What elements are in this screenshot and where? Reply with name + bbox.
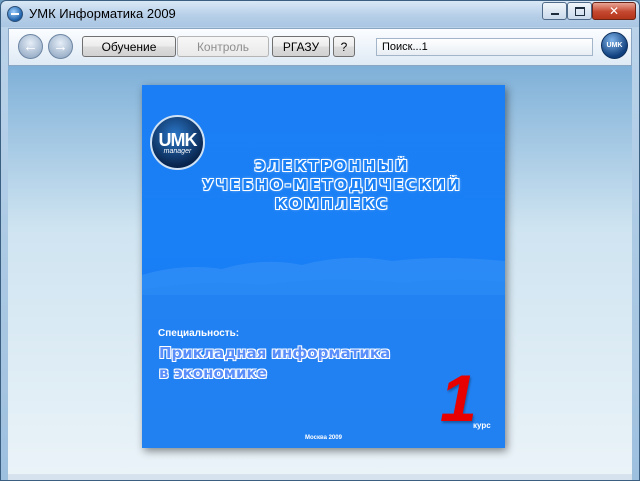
toolbar: ← → Обучение Контроль РГАЗУ ? Поиск...1 … (8, 28, 632, 66)
control-button[interactable]: Контроль (177, 36, 269, 57)
bottom-strip (8, 474, 632, 480)
cover-image: UMK manager ЭЛЕКТРОННЫЙ УЧЕБНО-МЕТОДИЧЕС… (142, 85, 505, 448)
app-window: УМК Информатика 2009 ✕ ← → Обучение Конт… (0, 0, 640, 481)
umk-logo-icon: UMK (606, 42, 623, 49)
search-input[interactable]: Поиск...1 (376, 38, 593, 56)
heading-line: УЧЕБНО-МЕТОДИЧЕСКИЙ (202, 176, 462, 194)
city-year: Москва 2009 (305, 435, 342, 441)
specialty-value: Прикладная информатика в экономике (159, 343, 439, 383)
minimize-button[interactable] (542, 2, 567, 20)
rgazu-button[interactable]: РГАЗУ (272, 36, 330, 57)
arrow-right-icon: → (53, 38, 68, 55)
specialty-line: в экономике (159, 364, 267, 382)
back-button[interactable]: ← (18, 34, 43, 59)
maximize-icon (574, 6, 585, 16)
training-button[interactable]: Обучение (82, 36, 176, 57)
rgazu-button-label: РГАЗУ (282, 39, 320, 54)
close-icon: ✕ (608, 4, 620, 18)
training-button-label: Обучение (101, 39, 157, 54)
specialty-label: Специальность: (158, 328, 240, 339)
heading-line: КОМПЛЕКС (274, 195, 390, 213)
help-button[interactable]: ? (333, 36, 355, 57)
cover-heading: ЭЛЕКТРОННЫЙ УЧЕБНО-МЕТОДИЧЕСКИЙ КОМПЛЕКС (182, 157, 482, 214)
help-button-label: ? (340, 39, 348, 54)
maximize-button[interactable] (567, 2, 592, 20)
close-button[interactable]: ✕ (592, 2, 636, 20)
course-word: курс (473, 421, 491, 430)
umk-logo-button[interactable]: UMK (601, 32, 628, 59)
heading-line: ЭЛЕКТРОННЫЙ (254, 157, 410, 175)
app-icon[interactable] (7, 6, 23, 22)
minimize-icon (550, 13, 559, 15)
forward-button[interactable]: → (48, 34, 73, 59)
control-button-label: Контроль (196, 39, 250, 54)
arrow-left-icon: ← (23, 38, 38, 55)
title-bar[interactable]: УМК Информатика 2009 ✕ (1, 1, 639, 27)
specialty-line: Прикладная информатика (159, 344, 391, 362)
course-number: 1 (440, 361, 477, 435)
window-title: УМК Информатика 2009 (29, 6, 176, 21)
logo-sub-text: manager (163, 148, 192, 155)
